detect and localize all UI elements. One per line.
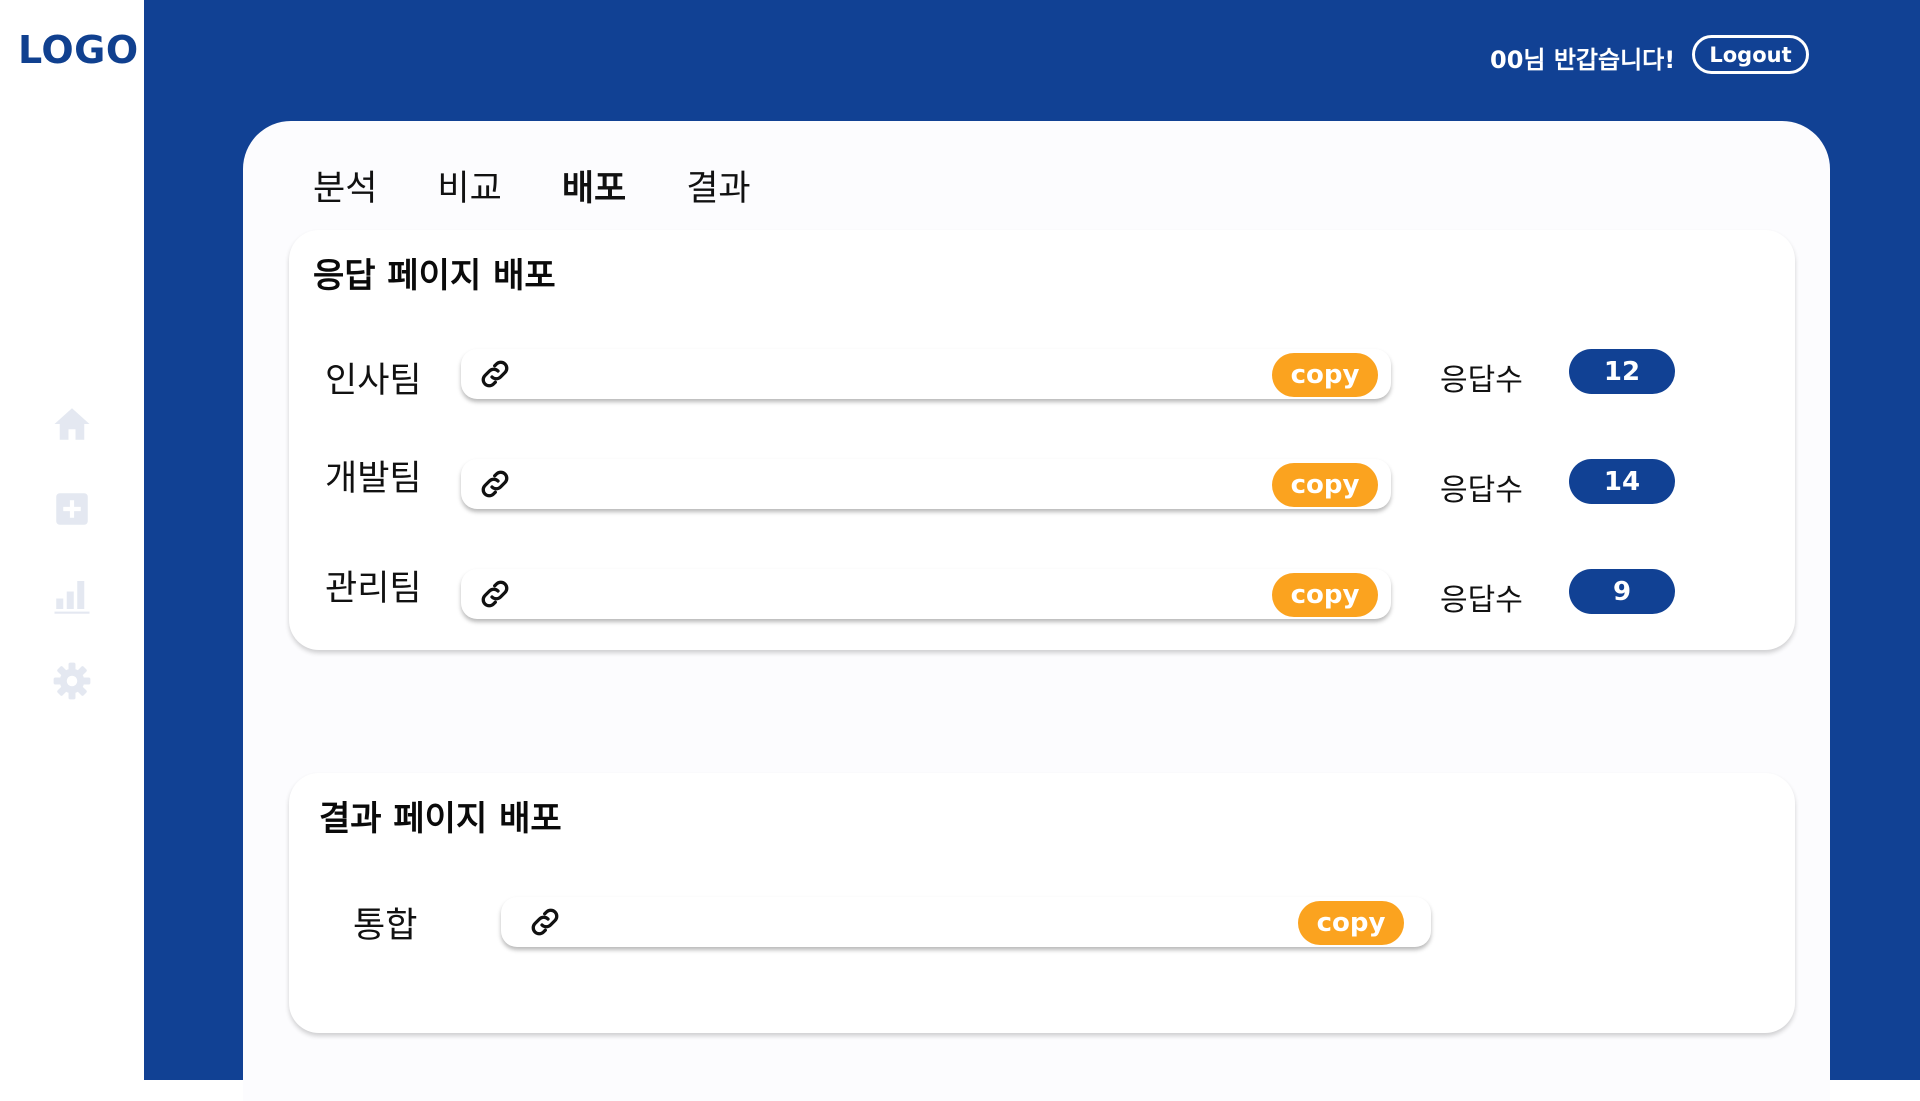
add-square-icon[interactable] [50,487,94,531]
response-count-label: 응답수 [1440,583,1523,618]
greeting-text: 00님 반갑습니다! [1490,46,1676,74]
copy-button[interactable]: copy [1272,353,1378,397]
link-icon [481,470,509,498]
tab-bar: 분석 비교 배포 결과 [313,160,811,211]
copy-button[interactable]: copy [1272,463,1378,507]
tab-compare[interactable]: 비교 [437,160,501,211]
link-icon [481,580,509,608]
link-field[interactable]: copy [461,569,1391,619]
copy-button[interactable]: copy [1272,573,1378,617]
chart-icon[interactable] [50,573,94,617]
response-count-label: 응답수 [1440,473,1523,508]
link-icon [531,908,559,936]
tab-deploy[interactable]: 배포 [562,160,626,211]
tab-analysis[interactable]: 분석 [313,160,377,211]
sidebar: LOGO [0,0,144,1080]
team-label: 인사팀 [325,361,422,401]
response-deploy-title: 응답 페이지 배포 [313,256,556,296]
link-field[interactable]: copy [501,897,1431,947]
tab-result[interactable]: 결과 [686,160,750,211]
response-count-badge: 12 [1569,349,1675,394]
link-field[interactable]: copy [461,349,1391,399]
response-deploy-card: 응답 페이지 배포 인사팀 copy 응답수 12 개발팀 copy 응답수 1… [289,230,1795,650]
response-count-badge: 9 [1569,569,1675,614]
response-count-label: 응답수 [1440,363,1523,398]
gear-icon[interactable] [50,659,94,703]
copy-button[interactable]: copy [1298,901,1404,945]
home-icon[interactable] [50,402,94,446]
team-label: 관리팀 [325,569,422,609]
link-icon [481,360,509,388]
link-field[interactable]: copy [461,459,1391,509]
team-label: 개발팀 [325,459,422,499]
team-label: 통합 [353,906,418,946]
logout-button[interactable]: Logout [1692,35,1809,74]
result-deploy-card: 결과 페이지 배포 통합 copy [289,773,1795,1033]
logo[interactable]: LOGO [18,28,139,72]
response-count-badge: 14 [1569,459,1675,504]
result-deploy-title: 결과 페이지 배포 [319,799,562,839]
